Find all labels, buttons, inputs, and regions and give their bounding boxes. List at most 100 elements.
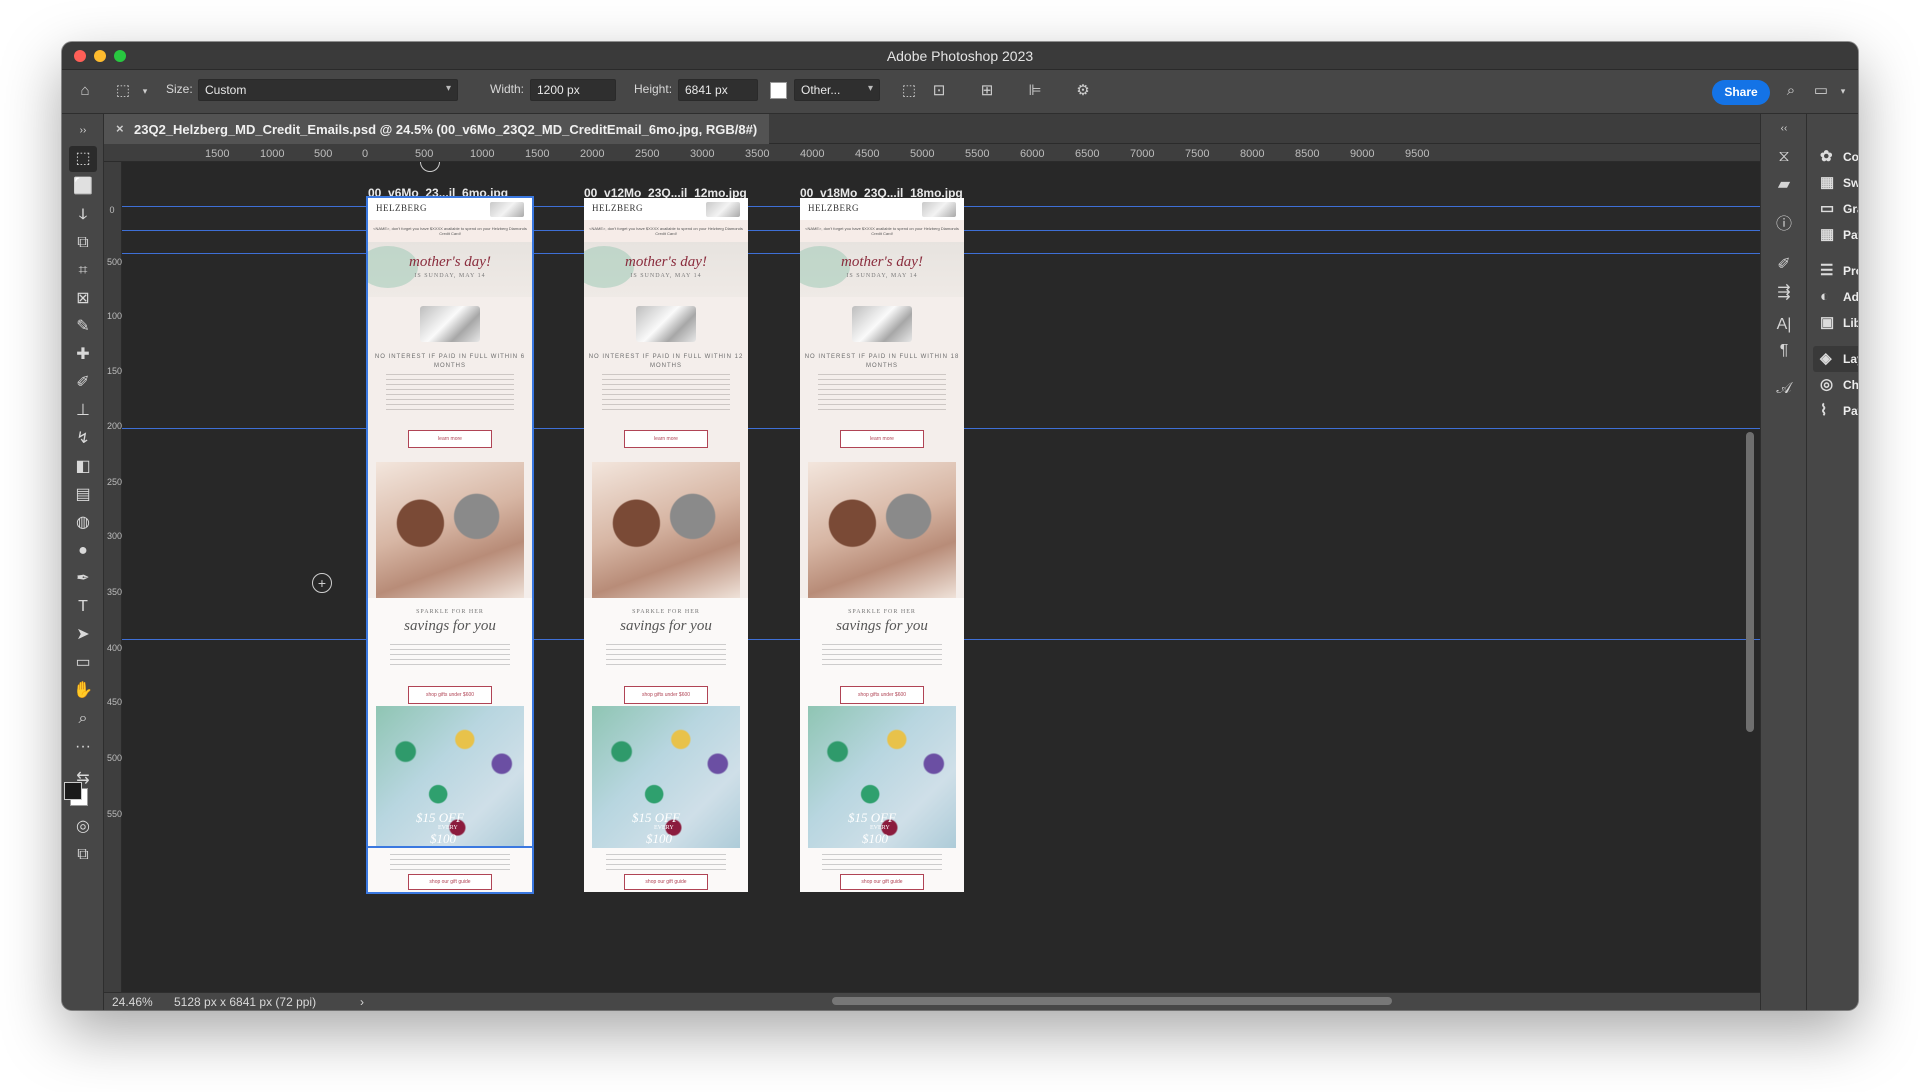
preset-select[interactable]: Other... ▾ xyxy=(794,79,880,101)
workspace-icon[interactable]: ▭ xyxy=(1810,80,1832,102)
collapse-icon[interactable]: ›› xyxy=(69,118,97,144)
shop-gifts-button: shop gifts under $600 xyxy=(840,686,924,704)
fine-print xyxy=(602,374,730,410)
character-icon[interactable]: A| xyxy=(1773,314,1795,336)
lasso-tool-icon[interactable]: ↆ xyxy=(69,202,97,228)
mother-daughter-photo xyxy=(592,462,740,598)
history-brush-icon[interactable]: ↯ xyxy=(69,426,97,452)
crop-tool-icon[interactable]: ⌗ xyxy=(69,258,97,284)
hand-tool-icon[interactable]: ✋ xyxy=(69,678,97,704)
eyedropper-tool-icon[interactable]: ✎ xyxy=(69,314,97,340)
history-icon[interactable]: ⧖ xyxy=(1773,146,1795,168)
ruler-tick-label: 1500 xyxy=(205,148,230,160)
rotate-handle-icon[interactable] xyxy=(420,162,440,172)
width-field[interactable]: 1200 px xyxy=(530,79,616,101)
brush-tool-icon[interactable]: ✐ xyxy=(69,370,97,396)
pen-tool-icon[interactable]: ✒ xyxy=(69,566,97,592)
jewelry-photo: $15 OFF EVERY $100 xyxy=(376,706,524,858)
document-tab[interactable]: × 23Q2_Helzberg_MD_Credit_Emails.psd @ 2… xyxy=(104,114,770,144)
add-artboard-plus-icon[interactable]: + xyxy=(312,573,332,593)
fill-color-swatch[interactable] xyxy=(770,82,787,99)
more-tools-icon[interactable]: ··· xyxy=(69,734,97,760)
horizontal-scrollbar[interactable] xyxy=(832,997,1392,1005)
paragraph-icon[interactable]: ¶ xyxy=(1773,340,1795,362)
ruler-tick-label: 5500 xyxy=(965,148,990,160)
adjustments-icon: ◐ xyxy=(1820,288,1830,305)
panel-item-channels[interactable]: ◎ Channels xyxy=(1813,372,1858,398)
object-select-tool-icon[interactable]: ⧉ xyxy=(69,230,97,256)
ruler-tick-label: 3500 xyxy=(107,587,128,597)
credit-card-image xyxy=(706,202,740,217)
artboard-icon[interactable]: ⬚ xyxy=(898,80,920,102)
zoom-level[interactable]: 24.46% xyxy=(112,995,153,1009)
panel-item-properties[interactable]: ☰ Properti... xyxy=(1813,258,1858,284)
share-button[interactable]: Share xyxy=(1712,80,1770,105)
comments-icon[interactable]: ▰ xyxy=(1773,174,1795,196)
rectangle-tool-icon[interactable]: ▭ xyxy=(69,650,97,676)
panel-item-label: Patterns xyxy=(1843,228,1858,242)
glyphs-icon[interactable]: 𝒜 xyxy=(1773,378,1795,400)
height-field[interactable]: 6841 px xyxy=(678,79,758,101)
foreground-color-swatch[interactable] xyxy=(64,782,82,800)
panels-dock: ‹‹ ✿Color▦Swatches▭Gradients▦Patterns☰Pr… xyxy=(1806,114,1858,1010)
brush-settings-icon[interactable]: ✐ xyxy=(1773,254,1795,276)
eraser-tool-icon[interactable]: ◧ xyxy=(69,454,97,480)
info-icon[interactable]: ⓘ xyxy=(1773,214,1795,236)
blur-tool-icon[interactable]: ◍ xyxy=(69,510,97,536)
screen-mode-icon[interactable]: ⧉ xyxy=(69,842,97,868)
panel-item-color[interactable]: ✿ Color xyxy=(1813,144,1858,170)
zoom-tool-icon[interactable]: ⌕ xyxy=(69,706,97,732)
healing-tool-icon[interactable]: ✚ xyxy=(69,342,97,368)
collapse-icon[interactable]: ‹‹ xyxy=(1773,118,1795,140)
size-select[interactable]: Custom ▾ xyxy=(198,79,458,101)
horizontal-ruler[interactable]: 1500 1000 500 0 500 1000 1500 2000 2500 3000 3500 4… xyxy=(104,144,1760,162)
dodge-tool-icon[interactable]: ● xyxy=(69,538,97,564)
panel-item-patterns[interactable]: ▦ Patterns xyxy=(1813,222,1858,248)
artboard-tool-preset-icon[interactable]: ⬚ xyxy=(112,80,134,102)
path-select-tool-icon[interactable]: ➤ xyxy=(69,622,97,648)
ruler-tick-label: 500 xyxy=(107,257,123,267)
stamp-tool-icon[interactable]: ⊥ xyxy=(69,398,97,424)
vertical-scrollbar[interactable] xyxy=(1746,432,1754,732)
canvas-area[interactable]: + 00_v6Mo_23...il_6mo.jpg HELZBERG <NAME… xyxy=(122,162,1760,992)
search-icon[interactable]: ⌕ xyxy=(1780,80,1802,102)
home-icon[interactable]: ⌂ xyxy=(74,80,96,102)
panel-item-swatches[interactable]: ▦ Swatches xyxy=(1813,170,1858,196)
panel-item-paths[interactable]: ⌇ Paths xyxy=(1813,398,1858,424)
chevron-down-icon[interactable]: ▾ xyxy=(134,80,156,102)
credit-card-image xyxy=(922,202,956,217)
mother-daughter-photo xyxy=(808,462,956,598)
panel-item-label: Swatches xyxy=(1843,176,1858,190)
panel-item-libraries[interactable]: ▣ Libraries xyxy=(1813,310,1858,336)
add-artboard-icon[interactable]: ⊞ xyxy=(976,80,998,102)
close-icon[interactable]: × xyxy=(116,121,124,136)
email-strip-text: <NAME>, don't forget you have $XXXX avai… xyxy=(584,220,748,242)
no-interest-text: NO INTEREST IF PAID IN FULL WITHIN 12 MO… xyxy=(588,354,744,369)
frame-tool-icon[interactable]: ⊠ xyxy=(69,286,97,312)
panel-item-adjustments[interactable]: ◐ Adjustm... xyxy=(1813,284,1858,310)
offer-line-1: $15 OFF xyxy=(848,810,897,825)
gear-icon[interactable]: ⚙ xyxy=(1072,80,1094,102)
ruler-tick-label: 4500 xyxy=(855,148,880,160)
artboard-fit-icon[interactable]: ⊡ xyxy=(928,80,950,102)
marquee-tool-icon[interactable]: ⬜ xyxy=(69,174,97,200)
align-icon[interactable]: ⊫ xyxy=(1024,80,1046,102)
chevron-down-icon[interactable]: ▾ xyxy=(1832,80,1854,102)
ruler-tick-label: 1500 xyxy=(107,366,128,376)
quick-mask-icon[interactable]: ◎ xyxy=(69,814,97,840)
offer-line-3: $100 xyxy=(862,831,888,846)
subheadline: IS SUNDAY, MAY 14 xyxy=(630,273,702,279)
ruler-tick-label: 9500 xyxy=(1405,148,1430,160)
chevron-right-icon[interactable]: › xyxy=(360,995,364,1009)
panel-item-layers[interactable]: ◈ Layers xyxy=(1813,346,1858,372)
email-strip-text: <NAME>, don't forget you have $XXXX avai… xyxy=(800,220,964,242)
type-tool-icon[interactable]: T xyxy=(69,594,97,620)
tool-presets-icon[interactable]: ⇶ xyxy=(1773,282,1795,304)
vertical-ruler[interactable]: 0 500 1000 1500 2000 2500 3000 3500 4000 4500 5000… xyxy=(104,162,128,992)
learn-more-button: learn more xyxy=(624,430,708,448)
gradient-tool-icon[interactable]: ▤ xyxy=(69,482,97,508)
paths-icon: ⌇ xyxy=(1820,402,1828,419)
panel-item-gradients[interactable]: ▭ Gradients xyxy=(1813,196,1858,222)
artboard-tool-icon[interactable]: ⬚ xyxy=(69,146,97,172)
email-footer: shop our gift guide xyxy=(584,848,748,892)
